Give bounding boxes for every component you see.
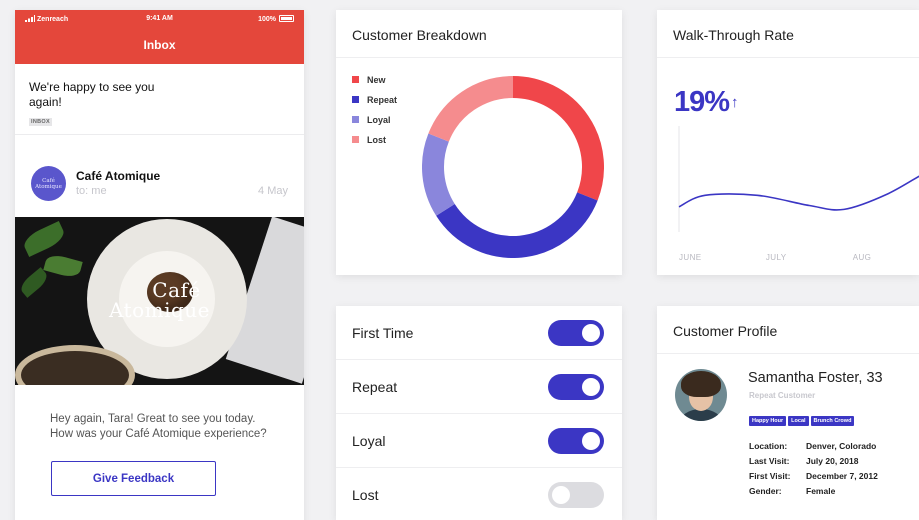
tag-badge: Local	[788, 416, 809, 426]
segment-label: First Time	[352, 325, 414, 341]
segment-toggles-card: First Time Repeat Loyal Lost	[336, 306, 622, 520]
tag-badge: Happy Hour	[749, 416, 787, 426]
hero-logo-line2: Atomique	[108, 298, 211, 322]
customer-photo	[675, 369, 727, 421]
inbox-badge: INBOX	[29, 118, 52, 126]
toggle-knob	[582, 378, 600, 396]
legend-swatch	[352, 76, 359, 83]
hero-logo-line1: Café	[152, 278, 201, 302]
detail-key: First Visit:	[749, 471, 791, 481]
first-time-toggle[interactable]	[548, 320, 604, 346]
donut-slice-lost	[428, 76, 514, 142]
x-tick-label: JUNE	[679, 253, 702, 262]
x-tick-label: JULY	[766, 253, 787, 262]
detail-key: Gender:	[749, 486, 782, 496]
loyal-toggle[interactable]	[548, 428, 604, 454]
legend-swatch	[352, 116, 359, 123]
detail-row: Gender: Female	[749, 486, 878, 501]
legend-item-new: New	[352, 74, 397, 94]
legend-swatch	[352, 96, 359, 103]
detail-value: December 7, 2012	[806, 471, 878, 481]
legend-label: Repeat	[367, 95, 398, 105]
walk-rate-line	[678, 175, 919, 211]
status-bar: Zenreach 9:41 AM 100%	[25, 15, 294, 27]
email-date: 4 May	[258, 185, 288, 197]
legend-item-lost: Lost	[352, 134, 397, 154]
segment-label: Lost	[352, 487, 379, 503]
segment-row-loyal: Loyal	[336, 414, 622, 468]
legend-item-loyal: Loyal	[352, 114, 397, 134]
detail-key: Last Visit:	[749, 456, 790, 466]
segment-label: Loyal	[352, 433, 386, 449]
segment-label: Repeat	[352, 379, 398, 395]
walk-through-rate-card: Walk-Through Rate 19%↑ JUNEJULYAUGSEPT	[657, 10, 919, 275]
donut-slice-loyal	[422, 133, 455, 216]
walk-title: Walk-Through Rate	[657, 10, 919, 58]
detail-value: Denver, Colorado	[806, 441, 877, 451]
toggle-knob	[582, 432, 600, 450]
segment-row-first-time: First Time	[336, 306, 622, 360]
detail-row: Last Visit: July 20, 2018	[749, 456, 878, 471]
email-header: Café Atomique Café Atomique to: me 4 May	[15, 135, 304, 217]
donut-slice-new	[512, 76, 604, 201]
customer-type: Repeat Customer	[749, 391, 816, 400]
inbox-header: Zenreach 9:41 AM 100% Inbox	[15, 10, 304, 64]
donut-slice-repeat	[436, 192, 598, 258]
customer-name: Samantha Foster, 33	[748, 370, 883, 386]
segment-row-lost: Lost	[336, 468, 622, 520]
email-preview-phone: Zenreach 9:41 AM 100% Inbox We're happy …	[15, 10, 304, 520]
x-tick-label: AUG	[853, 253, 872, 262]
customer-details: Location: Denver, Colorado Last Visit: Jul…	[749, 441, 878, 501]
inbox-title: Inbox	[143, 38, 176, 52]
welcome-text: We're happy to see you again!	[29, 80, 155, 109]
legend-label: New	[367, 75, 386, 85]
legend-swatch	[352, 136, 359, 143]
segment-row-repeat: Repeat	[336, 360, 622, 414]
battery-percent: 100%	[258, 16, 276, 23]
tag-badge: Brunch Crowd	[810, 416, 855, 426]
legend-item-repeat: Repeat	[352, 94, 397, 114]
detail-row: Location: Denver, Colorado	[749, 441, 878, 456]
detail-value: Female	[806, 486, 836, 496]
repeat-toggle[interactable]	[548, 374, 604, 400]
customer-tags: Happy Hour Local Brunch Crowd	[749, 409, 856, 427]
legend-label: Lost	[367, 135, 386, 145]
breakdown-title: Customer Breakdown	[336, 10, 622, 58]
legend-label: Loyal	[367, 115, 391, 125]
recipient: to: me	[76, 185, 107, 197]
walk-line-chart: JUNEJULYAUGSEPT	[678, 126, 919, 262]
hero-logo: Café Atomique	[15, 280, 304, 320]
lost-toggle[interactable]	[548, 482, 604, 508]
status-time: 9:41 AM	[146, 15, 173, 22]
email-hero-image: Café Atomique	[15, 217, 304, 385]
give-feedback-button[interactable]: Give Feedback	[51, 461, 216, 496]
battery: 100%	[258, 15, 294, 23]
toggle-knob	[552, 486, 570, 504]
customer-breakdown-card: Customer Breakdown New Repeat Loyal Lost	[336, 10, 622, 275]
toggle-knob	[582, 324, 600, 342]
walk-rate-value: 19% ↑	[674, 86, 739, 119]
rate-number: 19%	[674, 86, 730, 118]
sender-name: Café Atomique	[76, 169, 161, 183]
profile-title: Customer Profile	[657, 306, 919, 354]
detail-row: First Visit: December 7, 2012	[749, 471, 878, 486]
inbox-welcome[interactable]: We're happy to see you again! INBOX	[15, 64, 304, 135]
breakdown-legend: New Repeat Loyal Lost	[352, 74, 397, 154]
breakdown-donut-chart	[422, 76, 604, 258]
battery-icon	[279, 15, 294, 22]
sender-avatar: Café Atomique	[31, 166, 66, 201]
customer-profile-card: Customer Profile Samantha Foster, 33 Rep…	[657, 306, 919, 520]
arrow-up-icon: ↑	[731, 94, 739, 111]
email-body: Hey again, Tara! Great to see you today.…	[50, 413, 267, 440]
detail-key: Location:	[749, 441, 788, 451]
detail-value: July 20, 2018	[806, 456, 859, 466]
